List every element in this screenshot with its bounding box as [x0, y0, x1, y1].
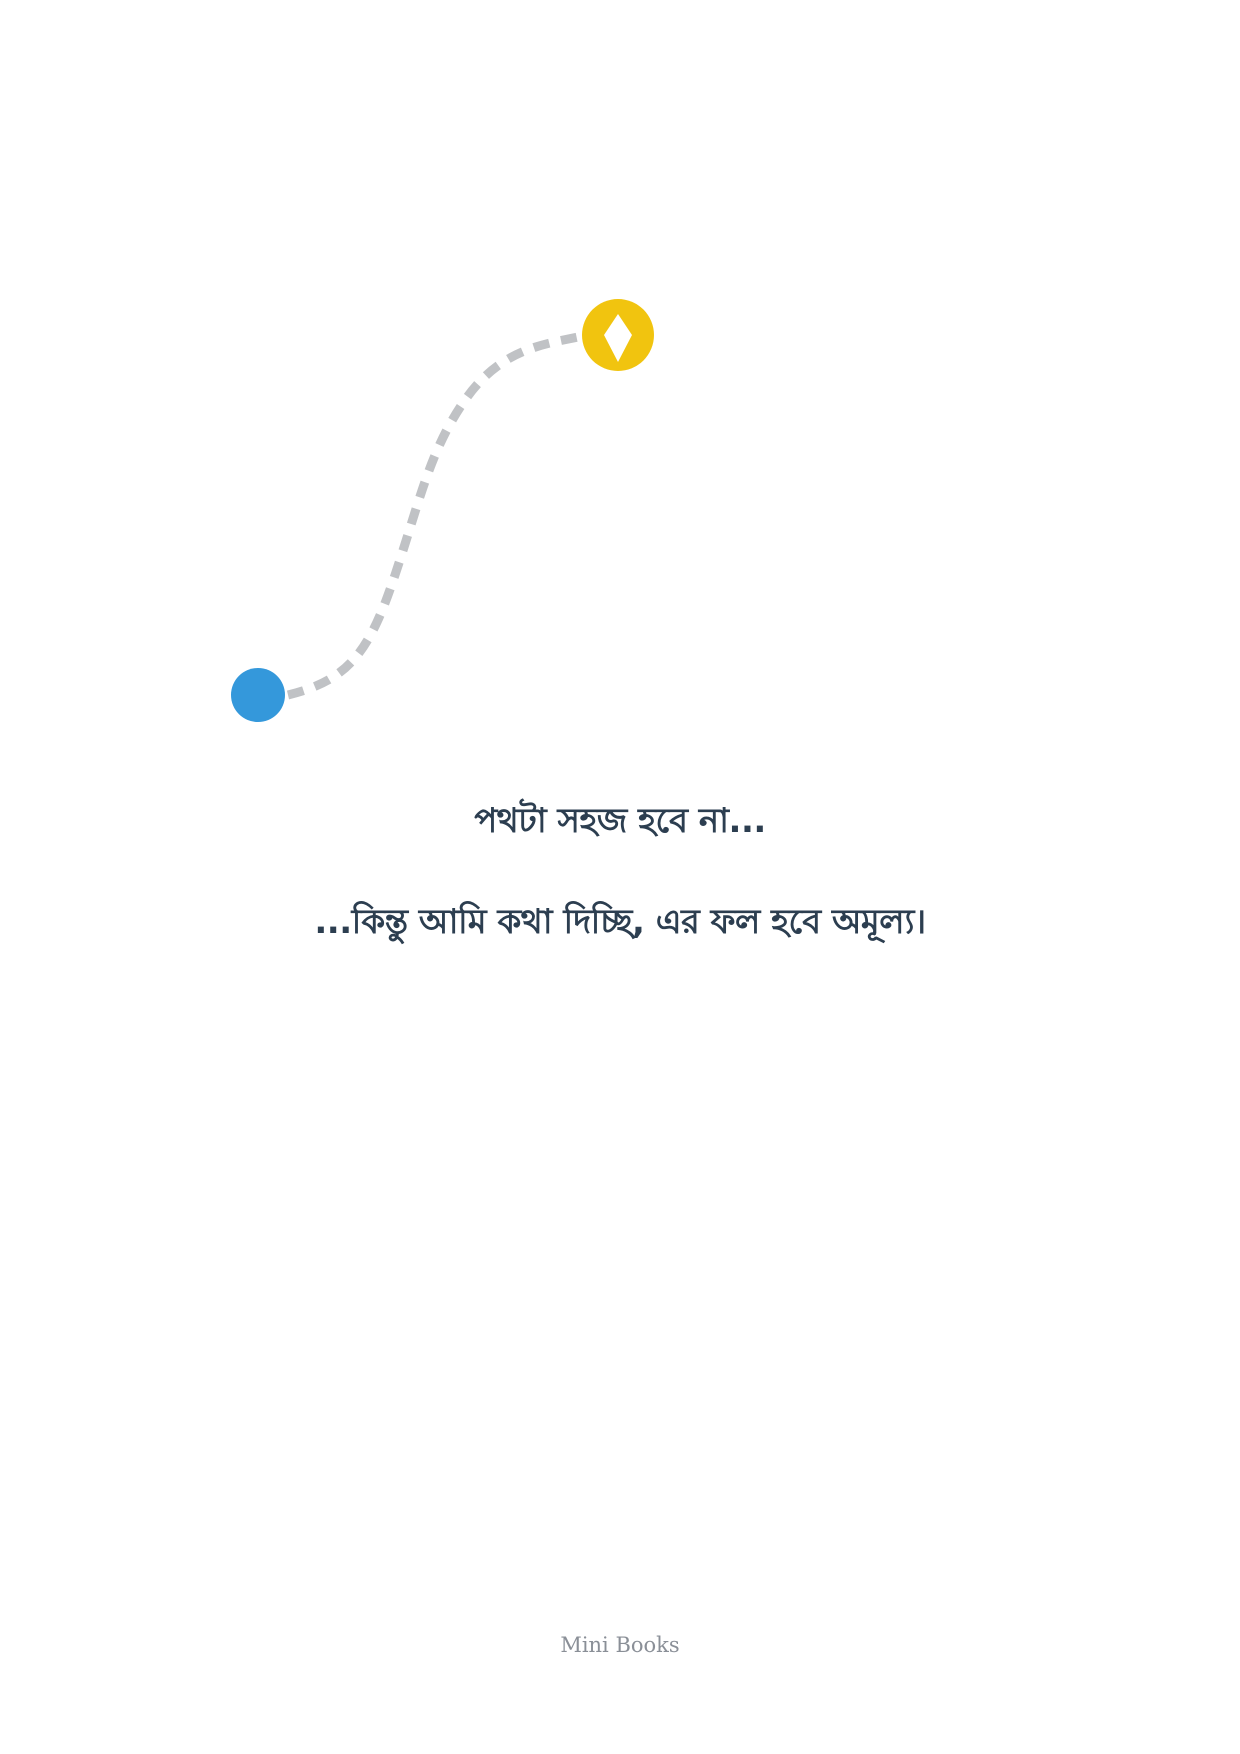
heading-line-2: ...কিন্তু আমি কথা দিচ্ছি, এর ফল হবে অমূল…	[314, 902, 926, 942]
journey-illustration	[231, 299, 654, 722]
heading-line-1: পথটা সহজ হবে না...	[474, 801, 766, 841]
dashed-path	[286, 332, 579, 700]
footer-brand: Mini Books	[560, 1633, 680, 1657]
start-dot	[231, 668, 285, 722]
